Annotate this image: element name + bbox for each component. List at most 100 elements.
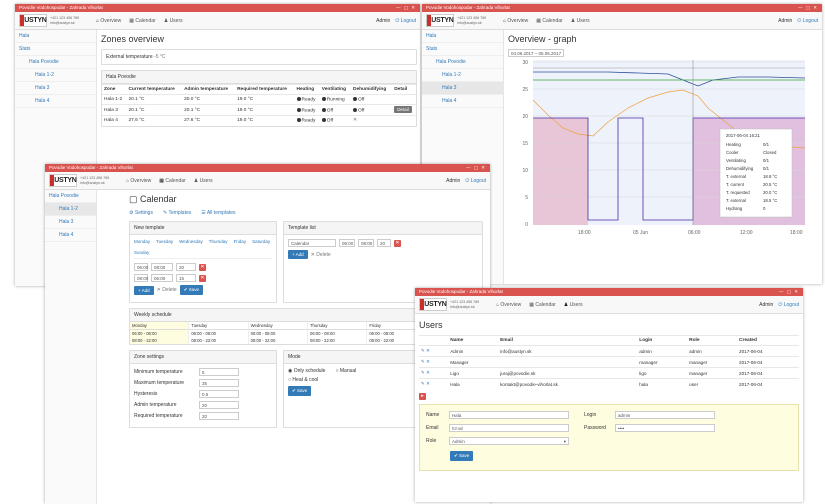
date-range-input[interactable]: 04.06.2017 – 05.06.2017 [508, 49, 565, 57]
edit-icon[interactable]: ✎ ✕ [419, 345, 449, 357]
temperature-graph[interactable]: 30 25 20 15 10 5 0 18:00 05 Jun 06:00 12… [508, 60, 808, 240]
template-time-input[interactable]: 06:00 [339, 239, 355, 247]
login-input[interactable]: admin [615, 411, 715, 419]
delete-template-button[interactable]: ✕ Delete [311, 252, 331, 258]
schedule-slot[interactable]: 08:00 - 22:00 [189, 337, 249, 344]
time-to-input[interactable]: 06:00 [151, 274, 173, 282]
sidebar-item-hala-3[interactable]: Hala 3 [45, 216, 96, 229]
brand-logo[interactable]: AUSTYN [19, 14, 47, 27]
brand-logo[interactable]: AUSTYN [49, 174, 77, 187]
tab-users[interactable]: ♟ Users [194, 178, 213, 184]
add-button[interactable]: + Add [134, 285, 154, 295]
mode-option[interactable]: ○ Heat & cool [288, 377, 318, 383]
day-tab-tuesday[interactable]: Tuesday [156, 239, 173, 244]
sidebar-item-hala-3[interactable]: Hala 3 [422, 82, 503, 95]
tab-calendar[interactable]: ▦ Calendar [159, 178, 185, 184]
time-to-input[interactable]: 08:00 [151, 263, 173, 271]
password-input[interactable]: •••• [615, 424, 715, 432]
delete-button[interactable]: ✕ Delete [157, 287, 177, 293]
user-name[interactable]: Admin [446, 178, 460, 184]
sidebar-item-hala-povodie[interactable]: Hala Povodie [422, 56, 503, 69]
template-time-input[interactable]: 08:00 [358, 239, 374, 247]
day-tab-thursday[interactable]: Thursday [209, 239, 228, 244]
sidebar-item-hala-1-2[interactable]: Hala 1-2 [422, 69, 503, 82]
table-row[interactable]: ✎ ✕ Ligo juraj@povodie.sk ligo manager 2… [419, 367, 799, 379]
tab-users[interactable]: ♟ Users [571, 18, 590, 24]
sidebar-item-hala-1-2[interactable]: Hala 1-2 [45, 203, 96, 216]
sidebar-item-stats[interactable]: Stats [422, 43, 503, 56]
brand-logo[interactable]: AUSTYN [419, 298, 447, 311]
schedule-slot[interactable]: 06:00 - 08:00 [308, 330, 368, 337]
sidebar-item-hala-povodie[interactable]: Hala Povodie [45, 190, 96, 203]
remove-row-button[interactable]: ✕ [199, 274, 206, 282]
time-from-input[interactable]: 06:00 [134, 263, 148, 271]
min-temperature-input[interactable]: 5 [199, 368, 239, 376]
window-controls[interactable]: — ▢ ✕ [779, 288, 799, 296]
user-name[interactable]: Admin [376, 18, 390, 24]
remove-template-button[interactable]: ✕ [394, 239, 401, 247]
table-row[interactable]: ✎ ✕ Manager manager manager 2017-06-04 [419, 356, 799, 368]
subtab-templates[interactable]: ✎ Templates [163, 210, 191, 216]
schedule-slot[interactable]: 08:00 - 22:00 [308, 337, 368, 344]
detail-button[interactable]: Detail [394, 106, 412, 114]
tab-overview[interactable]: ⌂ Overview [496, 302, 521, 308]
sidebar-item-hala-povodie[interactable]: Hala Povodie [15, 56, 96, 69]
table-row[interactable]: ✎ ✕ Hala kontakt@povodie-vihorlat.sk hal… [419, 378, 799, 389]
tab-overview[interactable]: ⌂ Overview [126, 178, 151, 184]
name-input[interactable]: Hala [449, 411, 569, 419]
max-temperature-input[interactable]: 35 [199, 379, 239, 387]
temperature-input[interactable]: 20 [176, 263, 196, 271]
admin-temperature-input[interactable]: 20 [199, 401, 239, 409]
sidebar-item-hala[interactable]: Hala [422, 30, 503, 43]
brand-logo[interactable]: AUSTYN [426, 14, 454, 27]
add-user-button[interactable]: ▸ [419, 393, 426, 400]
temperature-input[interactable]: 15 [176, 274, 196, 282]
tab-calendar[interactable]: ▦ Calendar [129, 18, 155, 24]
time-from-input[interactable]: 08:00 [134, 274, 148, 282]
tab-overview[interactable]: ⌂ Overview [96, 18, 121, 24]
sidebar-item-hala-1-2[interactable]: Hala 1-2 [15, 69, 96, 82]
schedule-slot[interactable]: 08:00 - 22:00 [249, 337, 308, 344]
edit-icon[interactable]: ✎ ✕ [419, 367, 449, 379]
sidebar-item-hala-4[interactable]: Hala 4 [15, 95, 96, 108]
logout-link[interactable]: ⏻ Logout [778, 302, 799, 308]
tab-calendar[interactable]: ▦ Calendar [529, 302, 555, 308]
template-temp-input[interactable]: 20 [377, 239, 391, 247]
tab-calendar[interactable]: ▦ Calendar [536, 18, 562, 24]
mode-option[interactable]: ○ Manual [335, 368, 356, 374]
schedule-slot[interactable]: 08:00 - 22:00 [130, 337, 190, 344]
role-select[interactable]: Admin ▾ [449, 437, 569, 445]
day-tab-monday[interactable]: Monday [134, 239, 150, 244]
window-controls[interactable]: — ▢ ✕ [798, 4, 818, 12]
required-temperature-input[interactable]: 20 [199, 412, 239, 420]
email-input[interactable]: Email [449, 424, 569, 432]
user-save-button[interactable]: ✔ Save [450, 451, 474, 461]
user-name[interactable]: Admin [759, 302, 773, 308]
tab-overview[interactable]: ⌂ Overview [503, 18, 528, 24]
hysteresis-input[interactable]: 0.5 [199, 390, 239, 398]
subtab-settings[interactable]: ⚙ Settings [129, 210, 153, 216]
mode-option[interactable]: ◉ Only schedule [288, 368, 325, 374]
edit-icon[interactable]: ✎ ✕ [419, 356, 449, 368]
template-name-input[interactable]: Calendar [288, 239, 336, 247]
sidebar-item-hala[interactable]: Hala [15, 30, 96, 43]
table-row[interactable]: ✎ ✕ Admin info@austyn.sk admin admin 201… [419, 345, 799, 357]
user-name[interactable]: Admin [778, 18, 792, 24]
sidebar-item-stats[interactable]: Stats [15, 43, 96, 56]
mode-save-button[interactable]: ✔ Save [288, 386, 312, 396]
logout-link[interactable]: ⏻ Logout [395, 18, 416, 24]
window-controls[interactable]: — ▢ ✕ [466, 164, 486, 172]
add-template-button[interactable]: + Add [288, 250, 308, 259]
day-tab-sunday[interactable]: Sunday [134, 250, 149, 255]
logout-link[interactable]: ⏻ Logout [465, 178, 486, 184]
window-controls[interactable]: — ▢ ✕ [396, 4, 416, 12]
sidebar-item-hala-4[interactable]: Hala 4 [45, 229, 96, 242]
day-tab-wednesday[interactable]: Wednesday [179, 239, 203, 244]
sidebar-item-hala-4[interactable]: Hala 4 [422, 95, 503, 108]
save-button[interactable]: ✔ Save [179, 285, 203, 295]
schedule-slot[interactable]: 06:00 - 08:00 [130, 330, 190, 337]
tab-users[interactable]: ♟ Users [164, 18, 183, 24]
sidebar-item-hala-3[interactable]: Hala 3 [15, 82, 96, 95]
day-tab-friday[interactable]: Friday [234, 239, 247, 244]
day-tab-saturday[interactable]: Saturday [252, 239, 270, 244]
